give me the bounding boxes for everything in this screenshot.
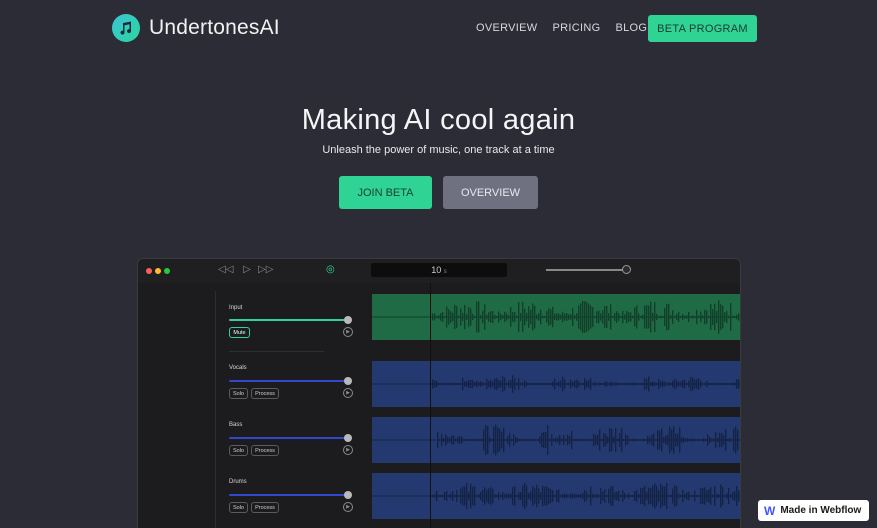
bass-level-handle[interactable] xyxy=(344,434,352,442)
vocals-solo-button[interactable]: Solo xyxy=(229,388,248,399)
vocals-level-slider[interactable] xyxy=(229,380,348,382)
badge-label: Made in Webflow xyxy=(780,505,862,516)
drums-level-handle[interactable] xyxy=(344,491,352,499)
play-icon[interactable]: ▷ xyxy=(243,264,251,275)
input-level-slider[interactable] xyxy=(229,319,348,321)
track-name-input: Input xyxy=(229,305,243,311)
nav-links: OVERVIEW PRICING BLOG xyxy=(476,22,662,34)
rewind-icon[interactable]: ◁◁ xyxy=(218,264,233,275)
process-icon[interactable]: ▶ xyxy=(343,502,353,512)
join-beta-button[interactable]: JOIN BETA xyxy=(339,176,432,209)
track-name-vocals: Vocals xyxy=(229,365,247,371)
input-level-handle[interactable] xyxy=(344,316,352,324)
app-window: ◁◁ ▷ ▷▷ ◎ 10 s Input Mute ▶ Vocals Solo … xyxy=(137,258,741,528)
bass-solo-button[interactable]: Solo xyxy=(229,445,248,456)
bass-process-button[interactable]: Process xyxy=(251,445,279,456)
waveform-drums[interactable] xyxy=(372,473,740,519)
drums-process-button[interactable]: Process xyxy=(251,502,279,513)
titlebar: ◁◁ ▷ ▷▷ ◎ 10 s xyxy=(138,259,740,283)
track-name-bass: Bass xyxy=(229,422,243,428)
time-unit: s xyxy=(443,269,447,275)
music-note-icon xyxy=(112,14,140,42)
waveform-vocals[interactable] xyxy=(372,361,740,407)
waveform-bass[interactable] xyxy=(372,417,740,463)
brand-name: UndertonesAI xyxy=(149,16,280,39)
waveform-input[interactable] xyxy=(372,294,740,340)
track-separator xyxy=(229,351,324,352)
beta-program-button[interactable]: BETA PROGRAM xyxy=(648,15,757,42)
playhead[interactable] xyxy=(430,283,431,528)
made-in-webflow-badge[interactable]: W Made in Webflow xyxy=(758,500,869,521)
drums-solo-button[interactable]: Solo xyxy=(229,502,248,513)
hero-subtitle: Unleash the power of music, one track at… xyxy=(322,144,555,156)
fast-forward-icon[interactable]: ▷▷ xyxy=(258,264,273,275)
mute-button[interactable]: Mute xyxy=(229,327,250,338)
overview-button[interactable]: OVERVIEW xyxy=(443,176,538,209)
nav-link-overview[interactable]: OVERVIEW xyxy=(476,22,538,34)
minimize-window-dot[interactable] xyxy=(155,268,161,274)
loop-icon[interactable]: ◎ xyxy=(326,264,335,275)
nav-link-blog[interactable]: BLOG xyxy=(615,22,647,34)
process-icon[interactable]: ▶ xyxy=(343,445,353,455)
top-nav: UndertonesAI OVERVIEW PRICING BLOG BETA … xyxy=(0,0,877,58)
volume-slider-track[interactable] xyxy=(546,269,624,271)
nav-link-pricing[interactable]: PRICING xyxy=(553,22,601,34)
vocals-process-button[interactable]: Process xyxy=(251,388,279,399)
drums-level-slider[interactable] xyxy=(229,494,348,496)
track-name-drums: Drums xyxy=(229,479,247,485)
sidebar-divider xyxy=(215,291,216,528)
close-window-dot[interactable] xyxy=(146,268,152,274)
volume-slider-handle[interactable] xyxy=(622,265,631,274)
maximize-window-dot[interactable] xyxy=(164,268,170,274)
process-icon[interactable]: ▶ xyxy=(343,327,353,337)
bass-level-slider[interactable] xyxy=(229,437,348,439)
brand[interactable]: UndertonesAI xyxy=(112,14,280,42)
hero-title: Making AI cool again xyxy=(301,104,576,136)
vocals-level-handle[interactable] xyxy=(344,377,352,385)
process-icon[interactable]: ▶ xyxy=(343,388,353,398)
time-value: 10 xyxy=(431,265,442,275)
time-display: 10 s xyxy=(371,263,507,277)
webflow-logo-icon: W xyxy=(764,503,776,518)
